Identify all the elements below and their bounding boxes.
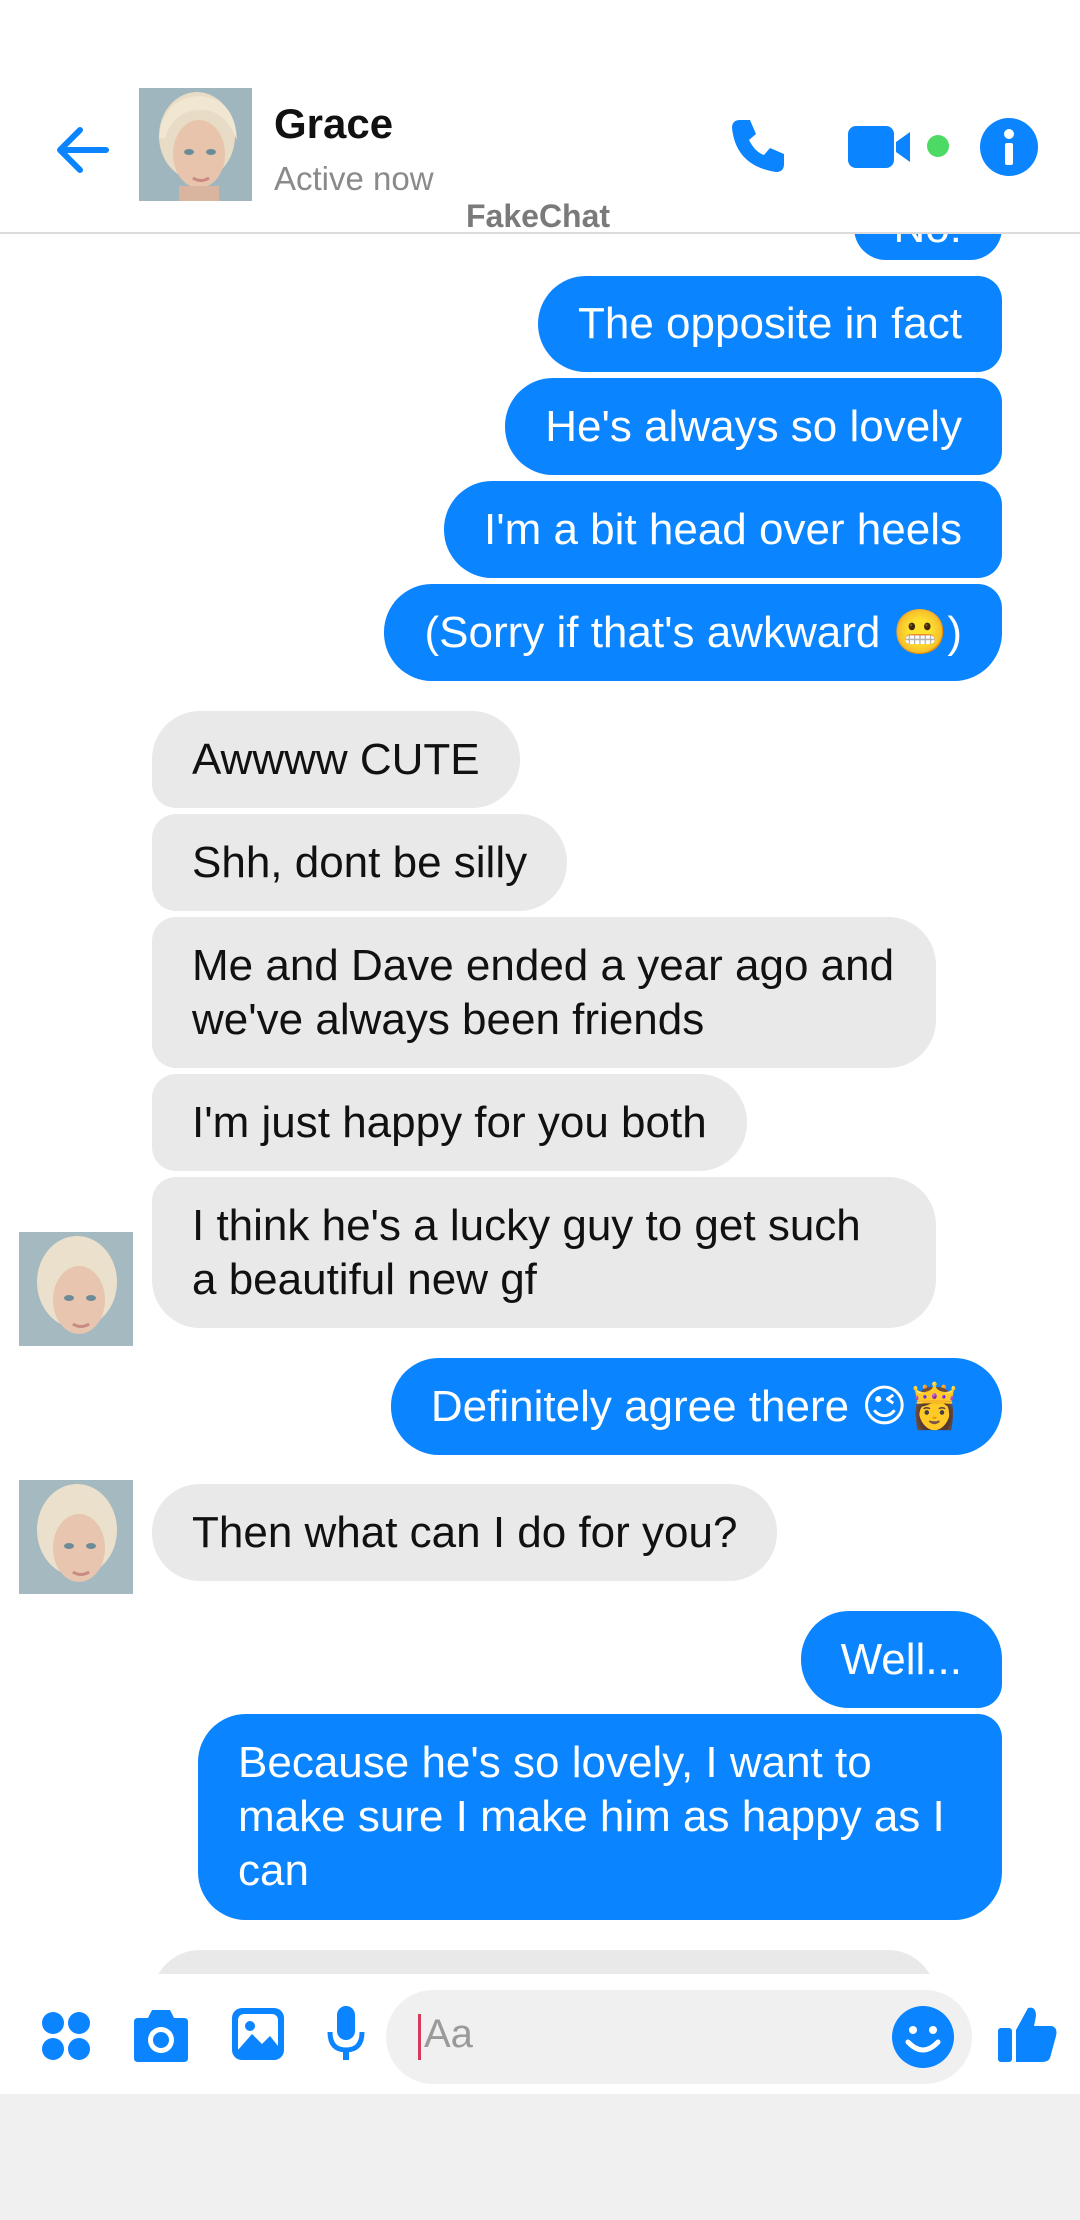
message-bubble-incoming[interactable]: Awwww CUTE — [152, 711, 520, 808]
contact-avatar[interactable] — [139, 88, 252, 201]
message-bubble-incoming-partial[interactable] — [152, 1950, 936, 1974]
message-text: I think he's a lucky guy to get such a b… — [192, 1200, 861, 1304]
message-text: Awwww CUTE — [192, 734, 480, 784]
message-text: (Sorry if that's awkward 😬) — [424, 607, 962, 657]
message-text: Then what can I do for you? — [192, 1507, 738, 1557]
message-bubble-outgoing[interactable]: Definitely agree there 😉👸 — [390, 1358, 1002, 1455]
active-dot-icon — [927, 135, 949, 157]
message-bubble-incoming[interactable]: I think he's a lucky guy to get such a b… — [152, 1177, 936, 1328]
video-camera-icon[interactable] — [848, 124, 918, 170]
message-input-placeholder: Aa — [424, 2012, 473, 2056]
phone-icon[interactable] — [726, 114, 790, 178]
chat-header: Grace Active now FakeChat — [0, 0, 1080, 234]
message-bubble-outgoing[interactable]: Well... — [800, 1611, 1002, 1708]
contact-avatar-small[interactable] — [19, 1480, 133, 1594]
message-bubble-outgoing[interactable]: I'm a bit head over heels — [443, 481, 1002, 578]
message-text: I'm just happy for you both — [192, 1097, 707, 1147]
message-text: Because he's so lovely, I want to make s… — [238, 1738, 945, 1895]
message-bubble-outgoing[interactable]: The opposite in fact — [537, 276, 1002, 372]
contact-name[interactable]: Grace — [274, 100, 393, 148]
message-list[interactable]: No! The opposite in fact He's always so … — [0, 232, 1080, 1974]
message-bubble-incoming[interactable]: Me and Dave ended a year ago and we've a… — [152, 917, 936, 1068]
message-bubble-outgoing[interactable]: He's always so lovely — [505, 378, 1002, 475]
message-text: I'm a bit head over heels — [483, 504, 962, 554]
camera-icon[interactable] — [130, 2008, 192, 2062]
message-text: Me and Dave ended a year ago and we've a… — [192, 940, 895, 1044]
emoji-icon[interactable] — [890, 2004, 956, 2070]
gallery-icon[interactable] — [230, 2006, 286, 2062]
info-icon[interactable] — [980, 118, 1038, 176]
message-text: The opposite in fact — [577, 299, 962, 348]
contact-avatar-small[interactable] — [19, 1232, 133, 1346]
message-bubble-outgoing[interactable]: Because he's so lovely, I want to make s… — [198, 1714, 1002, 1920]
back-arrow-icon[interactable] — [50, 118, 114, 182]
message-text: No! — [894, 232, 962, 255]
system-navigation-area — [0, 2094, 1080, 2220]
composer-bar: Aa — [0, 1974, 1080, 2094]
message-text: Definitely agree there 😉👸 — [430, 1381, 962, 1431]
message-input[interactable]: Aa — [386, 1990, 972, 2084]
message-bubble-incoming[interactable]: Shh, dont be silly — [152, 814, 568, 911]
watermark: FakeChat — [466, 198, 611, 234]
message-bubble-outgoing[interactable]: (Sorry if that's awkward 😬) — [384, 584, 1002, 681]
apps-icon[interactable] — [40, 2010, 92, 2062]
message-text: Well... — [840, 1634, 962, 1684]
message-text: He's always so lovely — [545, 401, 962, 451]
thumbs-up-icon[interactable] — [996, 2002, 1060, 2066]
message-bubble-outgoing[interactable]: No! — [853, 232, 1002, 260]
text-caret — [418, 2014, 421, 2060]
message-bubble-incoming[interactable]: I'm just happy for you both — [152, 1074, 747, 1171]
message-bubble-incoming[interactable]: Then what can I do for you? — [152, 1484, 778, 1581]
microphone-icon[interactable] — [326, 2004, 366, 2064]
message-text: Shh, dont be silly — [192, 837, 528, 887]
active-status: Active now — [274, 160, 434, 197]
